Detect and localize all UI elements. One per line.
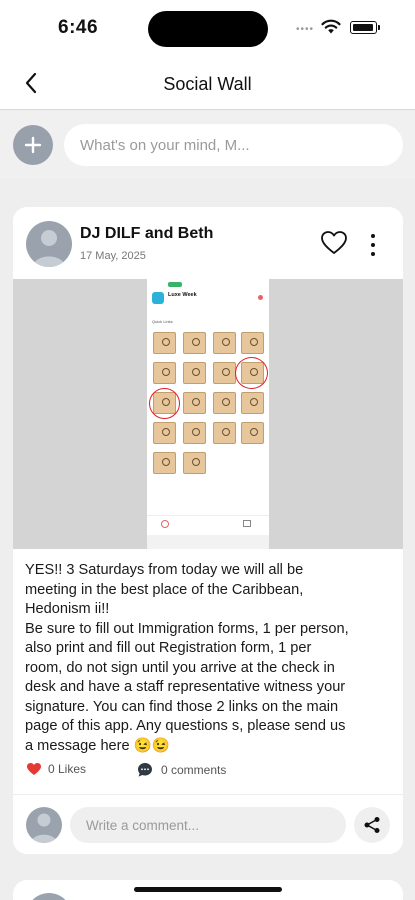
share-button[interactable] xyxy=(354,807,390,843)
current-user-avatar xyxy=(26,807,62,843)
quick-link-tile xyxy=(241,332,264,354)
post-text-line: a message here 😉😉 xyxy=(25,737,171,754)
share-icon xyxy=(364,817,380,833)
quick-link-tile xyxy=(183,332,206,354)
screenshot-app-title: Luxe Week xyxy=(168,292,197,298)
quick-link-tile xyxy=(153,452,176,474)
post-image[interactable]: Luxe Week Quick Links xyxy=(13,279,403,549)
quick-link-tile xyxy=(153,362,176,384)
status-time: 6:46 xyxy=(58,17,99,38)
post-text-line: meeting in the best place of the Caribbe… xyxy=(25,581,304,598)
screenshot-pin-icon xyxy=(258,295,263,300)
app-logo xyxy=(152,292,164,304)
write-comment-input[interactable]: Write a comment... xyxy=(70,807,346,843)
post-header: DJ DILF and Beth 17 May, 2025 xyxy=(13,207,403,279)
annotation-circle xyxy=(149,388,180,419)
comments-label: 0 comments xyxy=(161,763,227,777)
post-stats: 0 Likes 0 comments xyxy=(13,760,403,782)
quick-link-tile xyxy=(183,392,206,414)
battery-icon xyxy=(350,21,380,34)
more-vertical-icon[interactable] xyxy=(369,234,377,256)
wifi-icon xyxy=(321,19,341,34)
post-text-line: YES!! 3 Saturdays from today we will all… xyxy=(25,562,304,578)
quick-link-tile xyxy=(153,332,176,354)
likes-count[interactable]: 0 Likes xyxy=(26,762,86,776)
post-text-line: also print and fill out Registration for… xyxy=(25,640,312,656)
user-silhouette-icon xyxy=(31,813,57,843)
new-badge xyxy=(168,282,182,287)
quick-link-tile xyxy=(153,422,176,444)
plus-icon xyxy=(24,136,42,154)
post-composer: What's on your mind, M... xyxy=(0,111,415,179)
post-date: 17 May, 2025 xyxy=(80,250,146,262)
like-button[interactable] xyxy=(320,230,348,260)
post-body: YES!! 3 Saturdays from today we will all… xyxy=(25,561,395,756)
quick-link-tile xyxy=(213,362,236,384)
post-card: DJ DILF and Beth 17 May, 2025 Luxe Week … xyxy=(13,207,403,854)
status-bar: 6:46 •••• xyxy=(0,0,415,56)
post-text-line: room, do not sign until you arrive at th… xyxy=(25,659,335,676)
quick-link-tile xyxy=(213,332,236,354)
post-author[interactable]: DJ DILF and Beth xyxy=(80,225,213,243)
dynamic-island xyxy=(148,11,268,47)
add-post-button[interactable] xyxy=(13,125,53,165)
home-indicator[interactable] xyxy=(134,887,282,892)
screenshot-system-bar xyxy=(147,535,269,549)
avatar[interactable] xyxy=(26,893,72,900)
heart-filled-icon xyxy=(27,763,41,775)
post-text-line: Hedonism ii!! xyxy=(25,601,110,617)
post-text-line: desk and have a staff representative wit… xyxy=(25,679,346,695)
comment-placeholder: Write a comment... xyxy=(86,817,200,833)
page-title: Social Wall xyxy=(163,74,252,94)
nav-bar: Social Wall xyxy=(0,56,415,110)
annotation-circle xyxy=(235,357,268,389)
likes-label: 0 Likes xyxy=(48,762,87,776)
post-text-line: signature. You can find those 2 links on… xyxy=(25,698,339,715)
screenshot-home-icon xyxy=(161,520,169,528)
screenshot-menu-icon xyxy=(243,520,251,527)
screenshot-section-label: Quick Links xyxy=(152,319,173,324)
quick-link-tile xyxy=(183,452,206,474)
post-text-line: page of this app. Any questions s, pleas… xyxy=(25,718,346,734)
app-screenshot: Luxe Week Quick Links xyxy=(147,279,269,549)
post-text-line: Be sure to fill out Immigration forms, 1… xyxy=(25,620,349,637)
quick-link-tile xyxy=(213,392,236,414)
comment-bubble-icon xyxy=(138,763,152,777)
quick-link-tile xyxy=(241,422,264,444)
quick-link-tile xyxy=(213,422,236,444)
composer-placeholder: What's on your mind, M... xyxy=(80,136,250,154)
user-silhouette-icon xyxy=(33,230,65,267)
quick-link-tile xyxy=(241,392,264,414)
cellular-signal-icon: •••• xyxy=(296,24,315,35)
quick-link-tile xyxy=(183,362,206,384)
heart-outline-icon xyxy=(321,231,347,254)
whats-on-your-mind-input[interactable]: What's on your mind, M... xyxy=(64,124,403,166)
quick-link-tile xyxy=(183,422,206,444)
divider xyxy=(13,794,403,795)
comments-count[interactable]: 0 comments xyxy=(137,762,226,778)
avatar[interactable] xyxy=(26,221,72,267)
screenshot-tab-bar xyxy=(147,515,269,535)
